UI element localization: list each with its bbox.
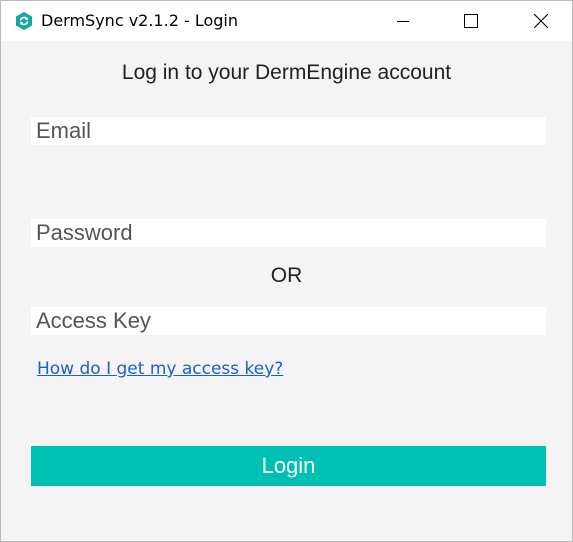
maximize-icon <box>464 14 478 28</box>
window-title: DermSync v2.1.2 - Login <box>41 11 238 30</box>
close-icon <box>534 14 548 28</box>
access-key-field[interactable] <box>31 307 546 335</box>
login-heading: Log in to your DermEngine account <box>121 61 452 84</box>
dermsync-logo-icon <box>14 11 34 31</box>
email-field[interactable] <box>31 117 546 145</box>
close-button[interactable] <box>518 1 564 41</box>
minimize-icon <box>397 21 409 22</box>
password-field[interactable] <box>31 219 546 247</box>
login-button[interactable]: Login <box>31 446 546 486</box>
login-window: DermSync v2.1.2 - Login Log in to your D… <box>0 0 573 542</box>
title-bar[interactable]: DermSync v2.1.2 - Login <box>1 1 572 41</box>
access-key-help-link[interactable]: How do I get my access key? <box>37 359 283 379</box>
maximize-button[interactable] <box>448 1 494 41</box>
or-separator: OR <box>270 264 303 287</box>
minimize-button[interactable] <box>380 1 426 41</box>
